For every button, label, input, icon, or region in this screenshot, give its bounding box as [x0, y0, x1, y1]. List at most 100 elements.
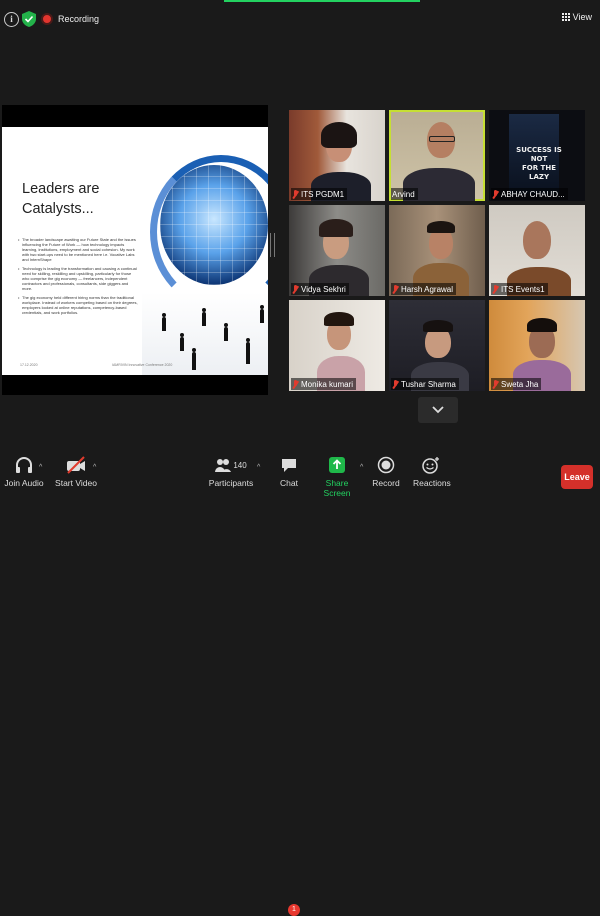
participant-hair [427, 221, 455, 233]
slide-bullet: Technology is leading the transformation… [18, 266, 138, 291]
split-resize-handle[interactable] [270, 233, 275, 257]
participant-name-tag: Harsh Agrawal [391, 283, 457, 295]
poster-line: FOR THE LAZY [522, 164, 556, 181]
slide-title-line: Leaders are [22, 181, 100, 197]
participants-caret-icon[interactable]: ^ [257, 464, 260, 471]
silhouette-figure [180, 333, 184, 351]
video-tile[interactable]: Tushar Sharma [389, 300, 485, 391]
participant-name: ABHAY CHAUD... [501, 189, 565, 199]
share-screen-icon [329, 457, 345, 473]
record-button[interactable]: Record [371, 452, 401, 488]
chat-unread-badge: 1 [288, 904, 300, 916]
headphones-icon [16, 457, 32, 473]
slide-title-line: Catalysts... [22, 201, 94, 217]
share-screen-button[interactable]: Share Screen [314, 452, 360, 498]
mic-muted-icon [292, 379, 299, 389]
video-tile-active-speaker[interactable]: Arvind [389, 110, 485, 201]
video-tile[interactable]: Monika kumari [289, 300, 385, 391]
mic-muted-icon [392, 379, 399, 389]
participant-name: Harsh Agrawal [401, 284, 454, 294]
participants-icon [215, 459, 232, 472]
participant-name-tag: Arvind [391, 188, 418, 200]
participant-name: Sweta Jha [501, 379, 539, 389]
reactions-label: Reactions [413, 478, 451, 488]
mic-muted-icon [292, 284, 299, 294]
view-label: View [572, 12, 592, 22]
slide-footer-note: IAMRIVIN Innovative Conference 2020 [112, 363, 173, 367]
video-tile[interactable]: Vidya Sekhri [289, 205, 385, 296]
leave-button[interactable]: Leave [561, 465, 593, 489]
top-bar: i Recording View [0, 0, 600, 38]
mic-muted-icon [492, 189, 499, 199]
participants-label: Participants [208, 478, 254, 488]
share-screen-label: Share Screen [323, 478, 351, 498]
participant-name-tag: ABHAY CHAUD... [491, 188, 568, 200]
slide-bullet: The broader landscape awaiting our Futur… [18, 237, 138, 262]
participant-name: ITS PGDM1 [301, 189, 345, 199]
chevron-down-icon [432, 406, 444, 414]
globe-tiles-graphic [160, 165, 268, 285]
video-tile[interactable]: Harsh Agrawal [389, 205, 485, 296]
silhouette-figure [246, 338, 250, 364]
participants-button[interactable]: 140 Participants [206, 452, 256, 488]
slide-footer-date: 17.12.2020 [20, 363, 38, 367]
start-video-button[interactable]: Start Video [54, 452, 98, 488]
slide-bullets: The broader landscape awaiting our Futur… [18, 237, 138, 319]
silhouette-figure [260, 305, 264, 323]
participant-name: ITS Events1 [501, 284, 545, 294]
recording-label: Recording [58, 14, 100, 24]
view-button[interactable]: View [561, 12, 592, 22]
video-tile[interactable]: ITS Events1 [489, 205, 585, 296]
chat-button[interactable]: Chat [274, 452, 304, 488]
video-tile[interactable]: Sweta Jha [489, 300, 585, 391]
participant-hair [321, 122, 357, 148]
next-page-chevron-button[interactable] [418, 397, 458, 423]
glasses-graphic [429, 136, 455, 142]
record-icon [377, 456, 395, 474]
join-audio-label: Join Audio [4, 478, 44, 488]
silhouette-figure [192, 348, 196, 370]
participant-name-tag: ITS PGDM1 [291, 188, 348, 200]
audio-options-caret-icon[interactable]: ^ [39, 464, 42, 471]
mic-muted-icon [492, 379, 499, 389]
slide-title: Leaders are Catalysts... [22, 179, 99, 219]
mic-muted-icon [292, 189, 299, 199]
recording-indicator[interactable]: Recording [41, 11, 99, 27]
chat-label: Chat [280, 478, 298, 488]
participant-name: Monika kumari [301, 379, 354, 389]
poster-line: SUCCESS IS NOT [516, 146, 562, 163]
presentation-slide: Leaders are Catalysts... The broader lan… [2, 127, 268, 375]
reactions-button[interactable]: Reactions [413, 452, 451, 488]
participant-hair [319, 219, 353, 237]
recording-dot-icon [41, 13, 53, 25]
encryption-shield-icon[interactable] [22, 11, 36, 27]
share-options-caret-icon[interactable]: ^ [360, 464, 363, 471]
sharing-indicator-line [224, 0, 420, 2]
slide-bullet: The gig economy held different hiring no… [18, 295, 138, 315]
participants-count: 140 [233, 460, 247, 470]
silhouette-figure [202, 308, 206, 326]
poster-text: SUCCESS IS NOT FOR THE LAZY [511, 146, 567, 182]
record-label: Record [372, 478, 400, 488]
start-video-label: Start Video [55, 478, 97, 488]
participant-hair [423, 320, 453, 332]
participant-name-tag: Monika kumari [291, 378, 357, 390]
silhouette-figure [162, 313, 166, 331]
mic-muted-icon [492, 284, 499, 294]
smiley-add-icon [422, 457, 439, 474]
participant-name: Vidya Sekhri [301, 284, 346, 294]
participant-hair [527, 318, 557, 332]
participant-hair [324, 312, 354, 326]
mic-muted-icon [392, 284, 399, 294]
participant-name-tag: Tushar Sharma [391, 378, 459, 390]
meeting-toolbar: Join Audio ^ Start Video ^ 140 Participa… [0, 448, 600, 916]
video-tile[interactable]: ITS PGDM1 [289, 110, 385, 201]
video-options-caret-icon[interactable]: ^ [93, 464, 96, 471]
participant-face [523, 221, 551, 259]
participant-name-tag: Sweta Jha [491, 378, 542, 390]
participant-name-tag: Vidya Sekhri [291, 283, 349, 295]
video-tile[interactable]: SUCCESS IS NOT FOR THE LAZY ABHAY CHAUD.… [489, 110, 585, 201]
participant-name-tag: ITS Events1 [491, 283, 548, 295]
silhouette-figure [224, 323, 228, 341]
meeting-info-icon[interactable]: i [4, 12, 19, 27]
